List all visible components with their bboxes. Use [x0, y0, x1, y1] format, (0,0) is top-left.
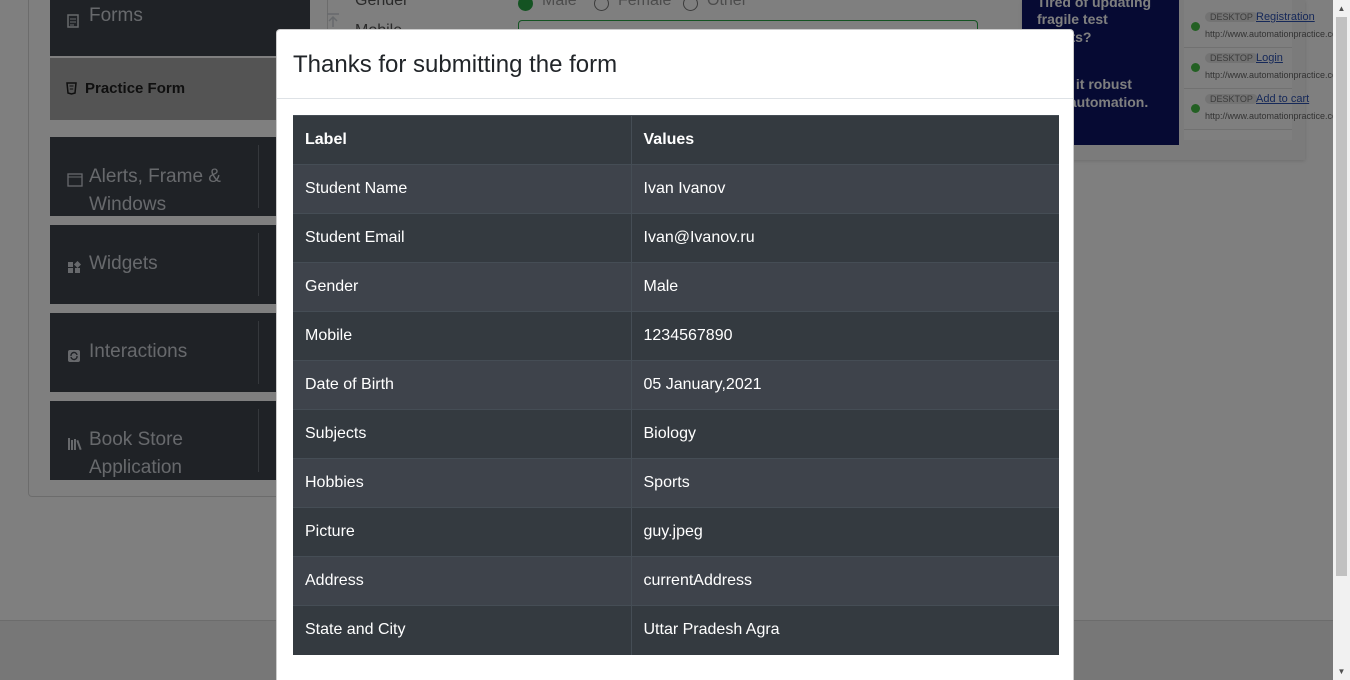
- table-row: Subjects Biology: [293, 409, 1059, 459]
- row-label: Date of Birth: [293, 360, 632, 410]
- row-value: 05 January,2021: [631, 360, 1059, 410]
- row-value: currentAddress: [631, 556, 1059, 606]
- modal-header: Thanks for submitting the form: [277, 30, 1073, 99]
- modal-title: Thanks for submitting the form: [293, 51, 618, 78]
- table-row: Picture guy.jpeg: [293, 507, 1059, 557]
- row-value: Uttar Pradesh Agra: [631, 605, 1059, 655]
- scrollbar-thumb[interactable]: [1336, 17, 1347, 576]
- column-header-label: Label: [293, 115, 632, 165]
- table-header-row: Label Values: [293, 115, 1059, 165]
- table-row: State and City Uttar Pradesh Agra: [293, 605, 1059, 655]
- row-label: Hobbies: [293, 458, 632, 508]
- table-row: Mobile 1234567890: [293, 311, 1059, 361]
- row-value: 1234567890: [631, 311, 1059, 361]
- scrollbar[interactable]: ▲ ▼: [1333, 0, 1350, 680]
- row-label: Student Name: [293, 164, 632, 214]
- row-label: State and City: [293, 605, 632, 655]
- column-header-values: Values: [631, 115, 1059, 165]
- row-label: Gender: [293, 262, 632, 312]
- row-value: Biology: [631, 409, 1059, 459]
- submission-modal: Thanks for submitting the form Label Val…: [276, 29, 1074, 680]
- row-value: Male: [631, 262, 1059, 312]
- table-row: Date of Birth 05 January,2021: [293, 360, 1059, 410]
- table-row: Student Email Ivan@Ivanov.ru: [293, 213, 1059, 263]
- scroll-down-icon[interactable]: ▼: [1333, 663, 1350, 680]
- row-value: Ivan Ivanov: [631, 164, 1059, 214]
- table-row: Address currentAddress: [293, 556, 1059, 606]
- table-row: Gender Male: [293, 262, 1059, 312]
- row-label: Student Email: [293, 213, 632, 263]
- row-label: Picture: [293, 507, 632, 557]
- row-label: Subjects: [293, 409, 632, 459]
- row-value: Sports: [631, 458, 1059, 508]
- row-value: guy.jpeg: [631, 507, 1059, 557]
- row-label: Mobile: [293, 311, 632, 361]
- row-value: Ivan@Ivanov.ru: [631, 213, 1059, 263]
- table-row: Hobbies Sports: [293, 458, 1059, 508]
- scroll-up-icon[interactable]: ▲: [1333, 0, 1350, 17]
- submission-table: Label Values Student Name Ivan Ivanov Stud…: [293, 115, 1059, 655]
- row-label: Address: [293, 556, 632, 606]
- table-row: Student Name Ivan Ivanov: [293, 164, 1059, 214]
